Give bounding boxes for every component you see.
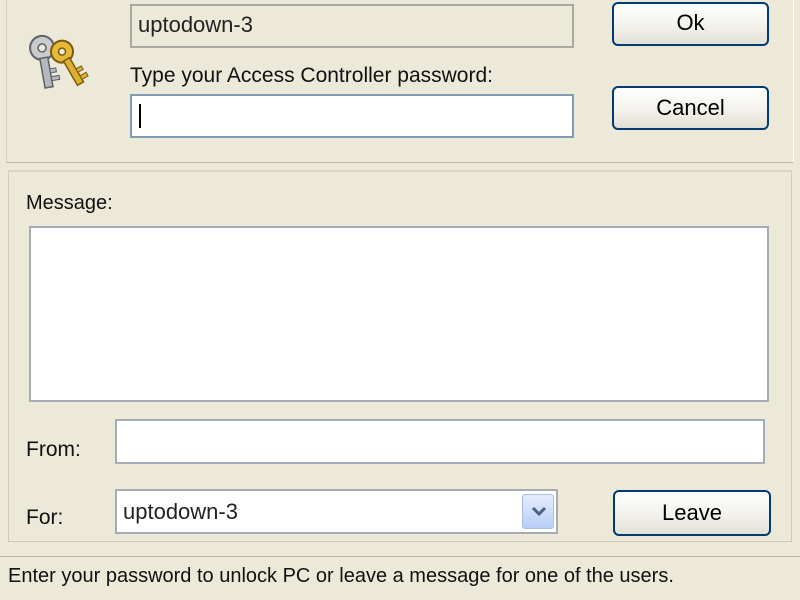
recipient-selected-value: uptodown-3	[123, 499, 238, 524]
access-controller-window: uptodown-3 Type your Access Controller p…	[0, 0, 800, 600]
password-input[interactable]	[130, 94, 574, 138]
cancel-button[interactable]: Cancel	[612, 86, 769, 130]
text-caret	[139, 104, 141, 128]
chevron-down-icon[interactable]	[522, 494, 554, 529]
recipient-select[interactable]: uptodown-3	[115, 489, 558, 534]
computer-name-field: uptodown-3	[130, 4, 574, 48]
for-label: For:	[26, 506, 64, 529]
status-bar: Enter your password to unlock PC or leav…	[0, 556, 800, 600]
from-input[interactable]	[115, 419, 765, 464]
ok-button[interactable]: Ok	[612, 2, 769, 46]
from-label: From:	[26, 438, 81, 461]
message-textarea[interactable]	[29, 226, 769, 402]
password-label: Type your Access Controller password:	[130, 64, 493, 87]
message-label: Message:	[26, 192, 113, 214]
leave-button[interactable]: Leave	[613, 490, 771, 536]
keys-icon	[24, 28, 92, 96]
